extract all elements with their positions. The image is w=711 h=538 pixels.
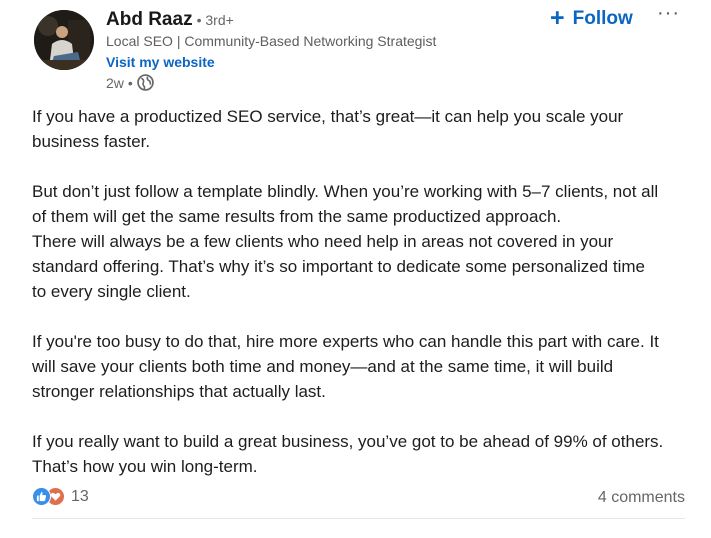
meta-separator: • [127, 74, 133, 91]
globe-icon [137, 74, 154, 91]
author-photo [34, 10, 94, 70]
author-name-row: Abd Raaz • 3rd+ [106, 9, 234, 31]
comments-count-link[interactable]: 4 comments [598, 489, 685, 507]
follow-label: Follow [572, 7, 633, 29]
divider [32, 518, 685, 519]
more-options-button[interactable]: ··· [657, 2, 680, 25]
post-line: But don’t just follow a template blindly… [32, 182, 659, 201]
post-paragraph: If you really want to build a great busi… [32, 429, 692, 479]
plus-icon: + [550, 4, 565, 32]
like-icon [32, 487, 51, 506]
post-line: standard offering. That’s why it’s so im… [32, 257, 645, 276]
follow-button[interactable]: + Follow [550, 6, 633, 31]
author-name[interactable]: Abd Raaz [106, 9, 193, 31]
post-line: If you're too busy to do that, hire more… [32, 332, 659, 351]
author-avatar[interactable] [34, 10, 94, 70]
post-line: There will always be a few clients who n… [32, 232, 614, 251]
post-paragraph: But don’t just follow a template blindly… [32, 179, 692, 304]
reaction-count: 13 [71, 487, 89, 505]
post-body: If you have a productized SEO service, t… [32, 104, 692, 504]
post-line: If you really want to build a great busi… [32, 432, 664, 451]
author-headline: Local SEO | Community-Based Networking S… [106, 33, 437, 49]
post-paragraph: If you have a productized SEO service, t… [32, 104, 692, 154]
post-line: stronger relationships that actually las… [32, 382, 326, 401]
connection-degree: • 3rd+ [196, 12, 234, 28]
post-line: to every single client. [32, 282, 191, 301]
post-paragraph: If you're too busy to do that, hire more… [32, 329, 692, 404]
post-line: will save your clients both time and mon… [32, 357, 614, 376]
reactions-summary[interactable]: 13 [32, 487, 89, 506]
post-line: If you have a productized SEO service, t… [32, 107, 624, 126]
post-age: 2w [106, 74, 124, 91]
post-meta: 2w • [106, 74, 154, 91]
post-line: of them will get the same results from t… [32, 207, 562, 226]
post-line: That’s how you win long-term. [32, 457, 258, 476]
post-line: business faster. [32, 132, 151, 151]
visit-website-link[interactable]: Visit my website [106, 54, 215, 70]
